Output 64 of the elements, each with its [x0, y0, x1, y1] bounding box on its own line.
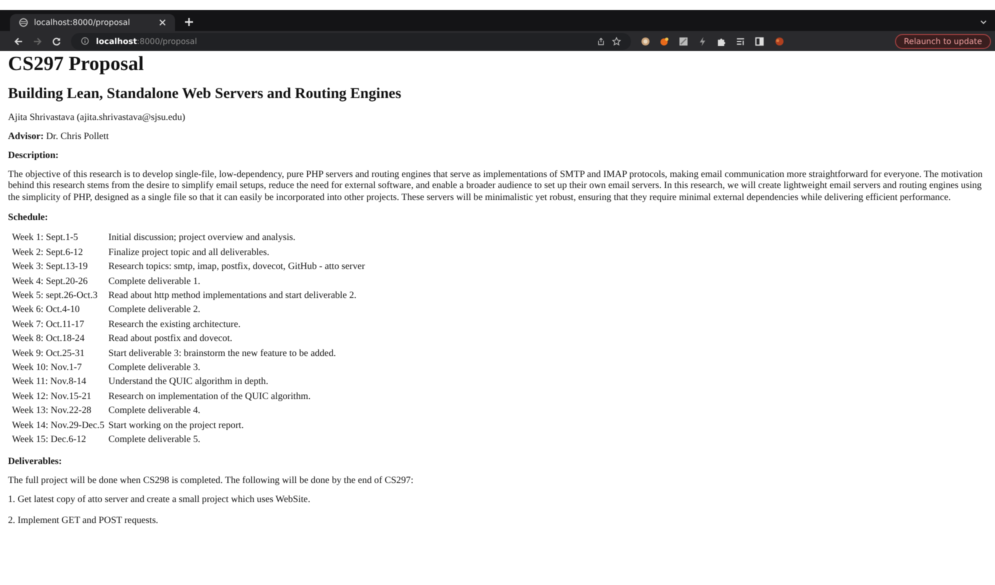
week-cell: Week 11: Nov.8-14	[12, 374, 108, 390]
browser-tab[interactable]: localhost:8000/proposal	[10, 14, 175, 31]
task-cell-text: Complete deliverable 5.	[108, 432, 202, 447]
share-icon[interactable]	[597, 36, 605, 46]
url-text: localhost:8000/proposal	[96, 36, 198, 46]
info-icon	[81, 37, 89, 45]
week-cell: Week 2: Sept.6-12	[12, 245, 108, 260]
week-cell: Week 6: Oct.4-10	[12, 302, 108, 318]
description-text: The objective of this research is to develop single-file, low-dependency, pure PHP servers and routing engines that serve as implementations of SMTP and IMAP protocols, making email communication more straightforward for everyone. The motivation behind this research stems from the desire to simplify email setups, reduce the need for external software, and enable a broader audience to set up their own email servers. In this research, we will create lightweight email servers and routing engines using the simplicity of PHP, designed as a single file so that it can easily be incorporated into other projects. These servers will be minimalistic yet robust, ensuring that they require minimal external dependencies while delivering efficient performance.	[8, 169, 984, 203]
task-cell-text: Start deliverable 3: brainstorm the new feature to be added.	[108, 346, 337, 360]
deliverables-intro: The full project will be done when CS298 is completed. The following will be done by the end of CS297:	[8, 474, 414, 486]
week-cell: Week 13: Nov.22-28	[12, 403, 108, 418]
week-cell: Week 7: Oct.11-17	[12, 317, 108, 332]
week-cell-text: Week 14: Nov.29-Dec.5	[12, 418, 106, 432]
back-arrow-icon[interactable]	[14, 36, 23, 46]
author-line: Ajita Shrivastava (ajita.shrivastava@sjsu.edu)	[8, 112, 186, 124]
reload-icon[interactable]	[52, 36, 61, 46]
task-cell-text: Read about http method implementations and start deliverable 2.	[108, 289, 358, 303]
lightning-icon[interactable]	[698, 36, 707, 46]
page-title: CS297 Proposal	[8, 53, 145, 76]
tab-title: localhost:8000/proposal	[34, 18, 130, 27]
task-cell-text: Understand the QUIC algorithm in depth.	[108, 375, 270, 390]
close-icon[interactable]	[159, 19, 166, 26]
extension-icon[interactable]	[679, 36, 688, 46]
plus-icon[interactable]	[185, 18, 193, 26]
deliverable-item: 2. Implement GET and POST requests.	[8, 514, 160, 526]
task-cell-text: Finalize project topic and all deliverables.	[108, 246, 270, 260]
task-cell-text: Complete deliverable 2.	[108, 303, 202, 318]
deliverable-item: 1. Get latest copy of atto server and create a small project which uses WebSite.	[8, 494, 312, 505]
week-cell-text: Week 9: Oct.25-31	[12, 346, 86, 360]
task-cell-text: Research on implementation of the QUIC algorithm.	[108, 390, 312, 404]
week-cell: Week 1: Sept.1-5	[12, 230, 108, 246]
task-cell-text: Complete deliverable 1.	[108, 274, 202, 288]
section-heading: Description:	[8, 150, 60, 162]
week-cell: Week 5: sept.26-Oct.3	[12, 288, 108, 303]
avatar-icon[interactable]	[774, 36, 785, 46]
side-panel-icon[interactable]	[755, 36, 764, 46]
section-heading: Schedule:	[8, 212, 49, 223]
reading-list-icon[interactable]	[736, 36, 745, 46]
extension-icon[interactable]	[660, 36, 669, 46]
task-cell-text: Research topics: smtp, imap, postfix, dovecot, GitHub - atto server	[108, 260, 366, 274]
chevron-down-icon[interactable]	[980, 20, 987, 25]
task-cell-text: Research the existing architecture.	[108, 318, 242, 332]
star-icon[interactable]	[612, 36, 621, 46]
task-cell-text: Complete deliverable 4.	[108, 404, 202, 418]
page-subtitle: Building Lean, Standalone Web Servers and Routing Engines	[8, 86, 402, 103]
week-cell: Week 8: Oct.18-24	[12, 332, 108, 346]
task-cell-text: Read about postfix and dovecot.	[108, 332, 234, 346]
task-cell-text: Initial discussion; project overview and analysis.	[108, 231, 296, 246]
relaunch-button[interactable]: Relaunch to update	[894, 34, 991, 48]
week-cell: Week 10: Nov.1-7	[12, 360, 108, 375]
week-cell: Week 3: Sept.13-19	[12, 260, 108, 274]
forward-arrow-icon[interactable]	[33, 36, 42, 46]
task-cell-text: Complete deliverable 3.	[108, 360, 202, 375]
advisor-line: Advisor: Dr. Chris Pollett	[8, 131, 110, 142]
week-cell: Week 15: Dec.6-12	[12, 432, 108, 447]
week-cell: Week 12: Nov.15-21	[12, 389, 108, 404]
section-heading: Deliverables:	[8, 456, 63, 467]
puzzle-icon[interactable]	[717, 36, 726, 46]
extension-icon[interactable]	[641, 36, 650, 46]
address-bar[interactable]: localhost:8000/proposal	[71, 32, 631, 50]
week-cell: Week 4: Sept.20-26	[12, 274, 108, 288]
task-cell-text: Start working on the project report.	[108, 418, 245, 432]
globe-icon	[19, 18, 28, 27]
